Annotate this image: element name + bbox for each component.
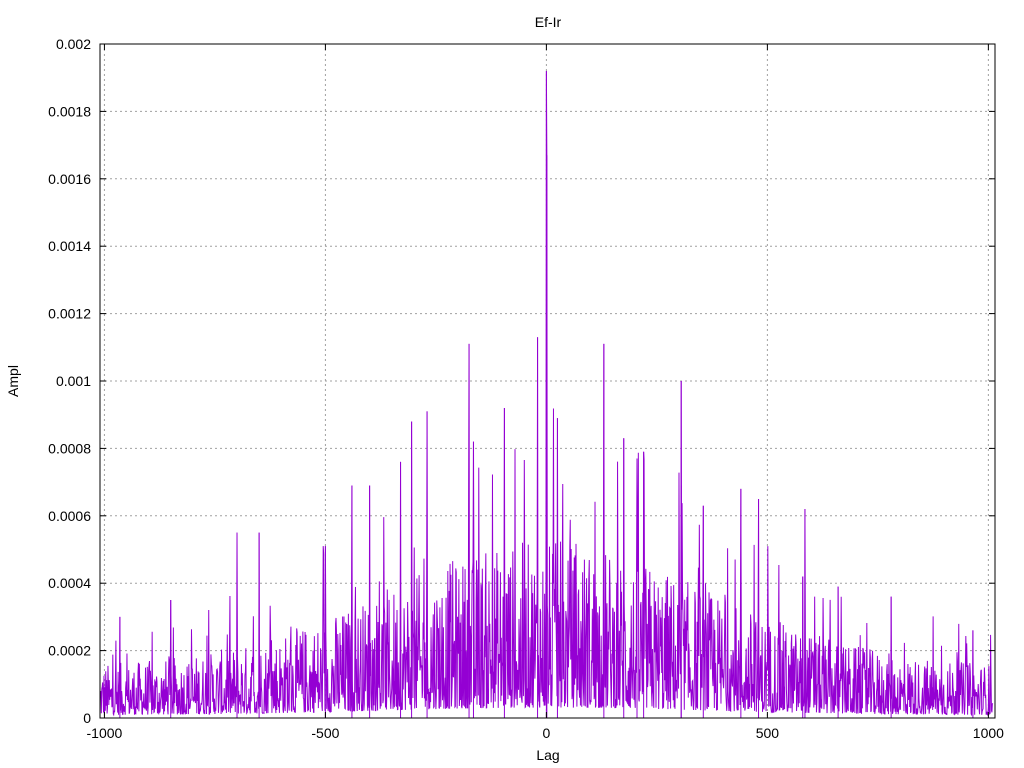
- y-axis-label: Ampl: [5, 365, 21, 397]
- x-tick-label: 500: [756, 725, 780, 741]
- x-tick-label: -500: [311, 725, 339, 741]
- y-tick-label: 0.002: [56, 36, 91, 52]
- x-tick-label: -1000: [87, 725, 123, 741]
- y-tick-label: 0.0008: [48, 440, 91, 456]
- y-tick-label: 0.0006: [48, 508, 91, 524]
- chart: -1000 -500 0 500 1000 0 0.0002 0.0004 0.0006 0.00…: [0, 0, 1024, 768]
- y-tick-label: 0.0004: [48, 575, 91, 591]
- y-tick-label: 0: [83, 710, 91, 726]
- y-tick-label: 0.0012: [48, 306, 91, 322]
- x-axis-label: Lag: [536, 747, 559, 763]
- y-tick-label: 0.0018: [48, 103, 91, 119]
- y-tick-label: 0.0016: [48, 171, 91, 187]
- x-tick-label: 0: [542, 725, 550, 741]
- chart-title: Ef-Ir: [535, 14, 562, 30]
- y-tick-label: 0.0014: [48, 238, 91, 254]
- y-tick-label: 0.001: [56, 373, 91, 389]
- y-tick-label: 0.0002: [48, 643, 91, 659]
- x-tick-label: 1000: [973, 725, 1004, 741]
